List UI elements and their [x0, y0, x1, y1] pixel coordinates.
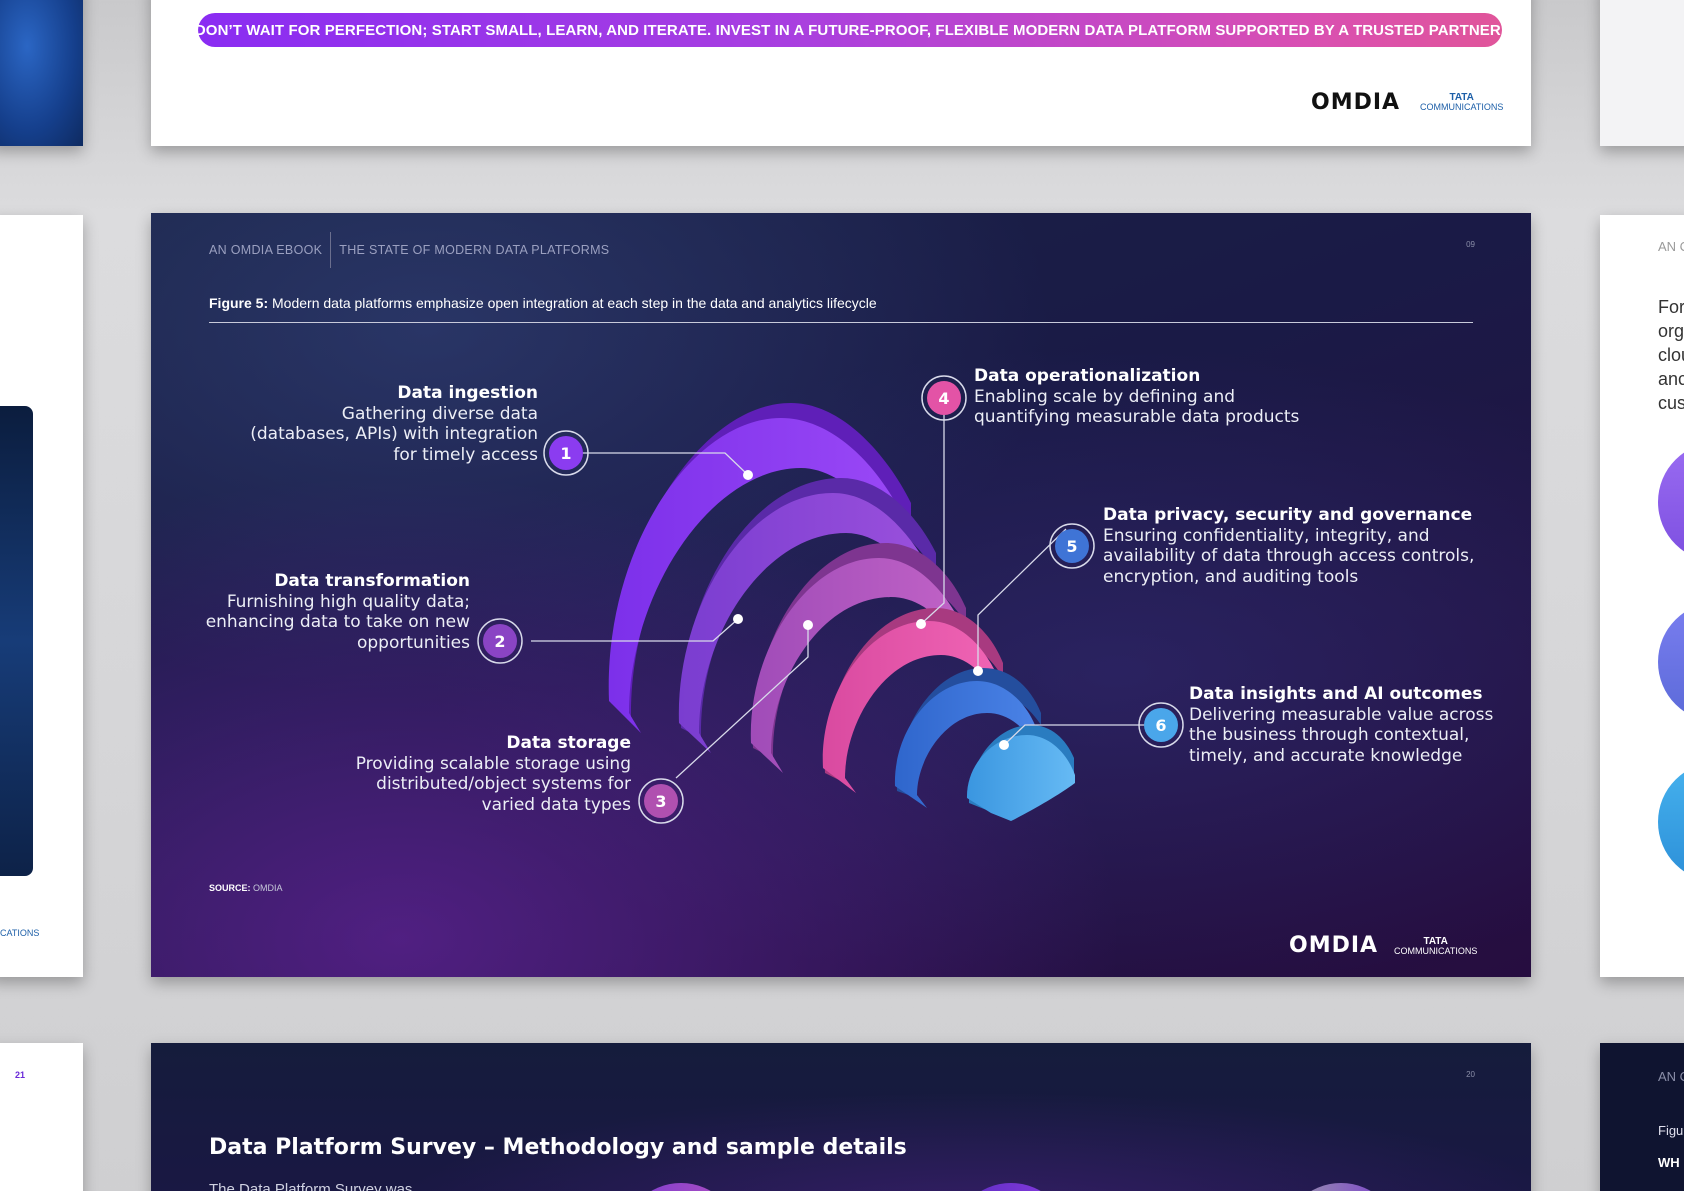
step-description-line: the business through contextual,: [1189, 725, 1470, 745]
anchor-dot-2: [733, 614, 743, 624]
right-page-indigo-circle: [1658, 602, 1684, 722]
page-intro-text: The Data Platform Survey was: [209, 1181, 413, 1191]
step-badge-3: 3: [638, 778, 684, 824]
omdia-logo: OMDIA: [1289, 933, 1379, 958]
anchor-dot-1: [743, 470, 753, 480]
step-description-line: Delivering measurable value across: [1189, 704, 1494, 725]
tata-communications-logo: TATA COMMUNICATIONS: [1420, 93, 1503, 112]
step-description-line: distributed/object systems for: [376, 774, 631, 794]
pie-chart-preview: [1281, 1183, 1401, 1191]
step-description-line: Enabling scale by defining and: [974, 386, 1236, 407]
step-description-line: Ensuring confidentiality, integrity, and: [1103, 525, 1430, 546]
anchor-dot-6: [999, 740, 1009, 750]
right-top-page-thumbnail: [1600, 0, 1684, 146]
step-description-line: varied data types: [481, 794, 631, 815]
next-slide-page: 20 Data Platform Survey – Methodology an…: [151, 1043, 1531, 1191]
page-number: 20: [1466, 1070, 1475, 1079]
right-page-heading-fragment: WH: [1658, 1155, 1680, 1170]
step-title: Data ingestion: [397, 383, 538, 403]
step-label-data-insights-ai-outcomes: Data insights and AI outcomes Delivering…: [1189, 684, 1493, 766]
left-page-dark-image: [0, 406, 33, 876]
anchor-dot-4: [916, 619, 926, 629]
step-badge-5: 5: [1049, 523, 1095, 569]
source-note: SOURCE: OMDIA: [209, 883, 283, 893]
step-number-6: 6: [1155, 716, 1166, 735]
step-number-5: 5: [1066, 537, 1077, 556]
step-badge-1: 1: [543, 430, 589, 476]
step-description-line: quantifying measurable data products: [974, 407, 1300, 427]
step-badge-6: 6: [1138, 702, 1184, 748]
step-badge-2: 2: [477, 618, 523, 664]
step-number-3: 3: [655, 792, 666, 811]
step-label-data-ingestion: Data ingestion Gathering diverse data (d…: [250, 383, 538, 465]
right-page-blue-circle: [1658, 762, 1684, 882]
left-page-logo-fragment: CATIONS: [0, 928, 40, 938]
pie-chart-preview: [951, 1183, 1071, 1191]
paragraph-line: For: [1658, 297, 1684, 317]
right-page-header-fragment: AN C: [1658, 239, 1684, 254]
left-top-page-thumbnail: [0, 0, 83, 146]
pie-chart-preview: [621, 1183, 741, 1191]
step-number-4: 4: [938, 389, 949, 408]
step-description-line: encryption, and auditing tools: [1103, 566, 1359, 587]
step-title: Data insights and AI outcomes: [1189, 684, 1483, 704]
omdia-logo: OMDIA: [1311, 90, 1401, 115]
step-description-line: (databases, APIs) with integration: [250, 424, 538, 444]
step-description-line: timely, and accurate knowledge: [1189, 745, 1463, 766]
step-title: Data storage: [506, 733, 631, 753]
step-label-data-storage: Data storage Providing scalable storage …: [356, 733, 631, 815]
page-title: Data Platform Survey – Methodology and s…: [209, 1135, 907, 1160]
key-takeaway-banner: DON’T WAIT FOR PERFECTION; START SMALL, …: [195, 13, 1505, 47]
paragraph-line: clou: [1658, 345, 1684, 365]
tata-logo-line2: COMMUNICATIONS: [1394, 946, 1478, 956]
step-number-1: 1: [560, 444, 571, 463]
right-page-figure-fragment: Figu: [1658, 1123, 1684, 1138]
step-description-line: for timely access: [393, 444, 538, 465]
step-title: Data operationalization: [974, 366, 1201, 386]
current-slide-page: AN OMDIA EBOOK THE STATE OF MODERN DATA …: [151, 213, 1531, 977]
right-page-purple-circle: [1658, 442, 1684, 562]
arch-layer-insights: [966, 725, 1075, 821]
step-label-data-transformation: Data transformation Furnishing high qual…: [206, 571, 470, 653]
paragraph-line: cus: [1658, 393, 1684, 413]
step-title: Data transformation: [274, 571, 470, 591]
step-number-2: 2: [494, 632, 505, 651]
step-description-line: availability of data through access cont…: [1103, 546, 1475, 566]
step-description-line: Furnishing high quality data;: [226, 591, 470, 612]
step-description-line: enhancing data to take on new: [205, 612, 470, 632]
tata-communications-logo: TATA COMMUNICATIONS: [1394, 937, 1477, 956]
right-bottom-page-thumbnail: AN C Figu WH: [1600, 1043, 1684, 1191]
left-middle-page-thumbnail: CATIONS: [0, 215, 83, 977]
tata-logo-line2: COMMUNICATIONS: [1420, 102, 1504, 112]
left-page-number: 21: [15, 1070, 26, 1080]
right-middle-page-thumbnail: AN C For org clou anc cus: [1600, 215, 1684, 977]
right-page-header-fragment: AN C: [1658, 1069, 1684, 1084]
step-description-line: opportunities: [356, 632, 470, 653]
previous-slide-page: DON’T WAIT FOR PERFECTION; START SMALL, …: [151, 0, 1531, 146]
paragraph-line: org: [1658, 321, 1684, 341]
source-label: SOURCE:: [209, 883, 251, 893]
step-label-data-operationalization: Data operationalization Enabling scale b…: [974, 366, 1299, 428]
step-badge-4: 4: [921, 375, 967, 421]
paragraph-line: anc: [1658, 369, 1684, 389]
step-description-line: Gathering diverse data: [341, 403, 538, 424]
source-value: OMDIA: [250, 883, 283, 893]
anchor-dot-3: [803, 620, 813, 630]
step-title: Data privacy, security and governance: [1103, 505, 1473, 525]
step-description-line: Providing scalable storage using: [355, 753, 631, 774]
right-page-paragraph-fragment: For org clou anc cus: [1658, 295, 1684, 415]
anchor-dot-5: [973, 666, 983, 676]
left-bottom-page-thumbnail: 21: [0, 1043, 83, 1191]
step-label-data-privacy-security-governance: Data privacy, security and governance En…: [1103, 505, 1474, 587]
